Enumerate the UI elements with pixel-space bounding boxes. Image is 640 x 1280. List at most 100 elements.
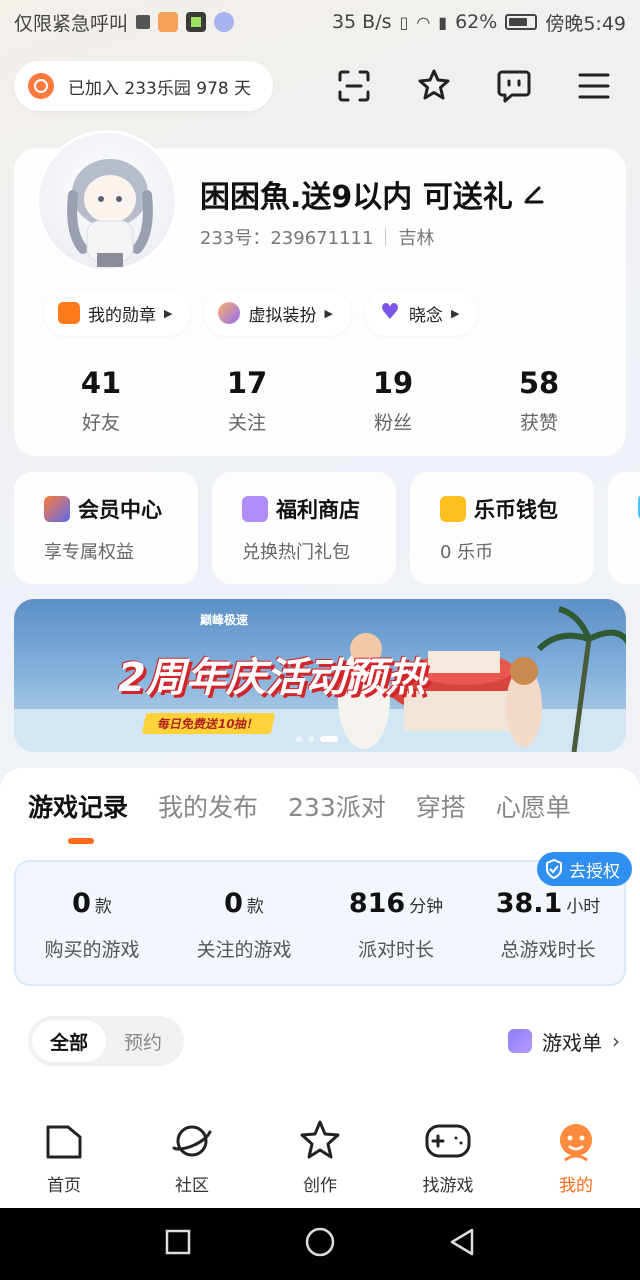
system-navigation-bar bbox=[0, 1208, 640, 1280]
tab-233-party[interactable]: 233派对 bbox=[288, 788, 386, 824]
stat-label: 粉丝 bbox=[373, 412, 412, 434]
stat-friends[interactable]: 41 好友 bbox=[41, 366, 161, 435]
caret-right-icon: ▶ bbox=[164, 306, 173, 320]
record-value: 816 bbox=[348, 888, 406, 919]
join-days-pill[interactable]: 已加入 233乐园 978 天 bbox=[14, 61, 274, 111]
nickname: 困困魚.送9以内 可送礼 bbox=[200, 172, 545, 216]
stat-value: 17 bbox=[226, 366, 268, 400]
wallet-icon bbox=[440, 496, 466, 522]
message-icon[interactable] bbox=[496, 68, 532, 104]
battery-icon bbox=[505, 14, 538, 30]
record-unit: 款 bbox=[94, 897, 112, 917]
edit-pencil-icon[interactable] bbox=[523, 177, 545, 212]
record-unit: 小时 bbox=[566, 897, 601, 917]
star-icon bbox=[296, 1117, 344, 1165]
profile-stats: 41 好友 17 关注 19 粉丝 58 获赞 bbox=[28, 366, 612, 435]
caret-right-icon: ▶ bbox=[450, 306, 460, 320]
banner-pagination bbox=[296, 736, 338, 742]
service-vip-center[interactable]: 会员中心 享专属权益 bbox=[14, 472, 198, 584]
location-text: 吉林 bbox=[398, 228, 435, 249]
filter-segment: 全部 预约 bbox=[28, 1016, 185, 1066]
tab-indicator bbox=[68, 838, 94, 844]
authorize-button[interactable]: 去授权 bbox=[537, 852, 632, 886]
sim-icon: ▮ bbox=[438, 12, 448, 32]
profile-face-icon bbox=[552, 1117, 600, 1165]
star-sparkle-icon[interactable] bbox=[416, 68, 452, 104]
planet-icon bbox=[168, 1117, 216, 1165]
status-bar: 仅限紧急呼叫 35 B/s ▯ ◠ ▮ 62% 傍晚5:49 bbox=[0, 0, 640, 44]
record-followed[interactable]: 0 款 关注的游戏 bbox=[169, 888, 319, 984]
stat-following[interactable]: 17 关注 bbox=[187, 366, 307, 435]
recent-apps-icon[interactable] bbox=[164, 1228, 192, 1260]
avatar[interactable] bbox=[36, 130, 178, 272]
profile-card: 困困魚.送9以内 可送礼 233号：239671111 吉林 我的勋章 ▶ 虚拟… bbox=[14, 130, 626, 456]
chevron-right-icon: › bbox=[612, 1029, 620, 1053]
gamelist-icon bbox=[508, 1029, 532, 1053]
record-label: 购买的游戏 bbox=[44, 939, 140, 961]
stat-likes[interactable]: 58 获赞 bbox=[479, 366, 599, 435]
divider bbox=[385, 228, 387, 246]
nav-create[interactable]: 创作 bbox=[265, 1117, 375, 1196]
chip-label: 虚拟装扮 bbox=[248, 305, 317, 326]
record-unit: 款 bbox=[246, 897, 264, 917]
network-speed: 35 B/s bbox=[331, 11, 392, 33]
service-title: 会员中心 bbox=[78, 498, 162, 522]
filter-reserved[interactable]: 预约 bbox=[106, 1020, 180, 1062]
banner-subline: 每日免费送10抽！ bbox=[141, 713, 275, 734]
service-subtitle: 兑换热门礼包 bbox=[242, 542, 350, 563]
promo-banner[interactable]: 巅峰极速 2周年庆活动预热 每日免费送10抽！ bbox=[14, 599, 626, 752]
shield-check-icon bbox=[546, 859, 562, 879]
uid-text: 233号：239671111 bbox=[200, 228, 374, 249]
service-welfare-shop[interactable]: 福利商店 兑换热门礼包 bbox=[212, 472, 396, 584]
top-row: 已加入 233乐园 978 天 bbox=[14, 60, 626, 112]
record-label: 总游戏时长 bbox=[500, 939, 596, 961]
back-triangle-icon[interactable] bbox=[448, 1227, 476, 1261]
medal-icon bbox=[58, 302, 80, 324]
vip-gem-icon bbox=[44, 496, 70, 522]
gamelist-label: 游戏单 bbox=[542, 1030, 602, 1055]
tab-outfits[interactable]: 穿搭 bbox=[416, 788, 466, 824]
filter-all[interactable]: 全部 bbox=[32, 1020, 107, 1062]
service-title: 乐币钱包 bbox=[474, 498, 558, 522]
services-row: 会员中心 享专属权益 福利商店 兑换热门礼包 乐币钱包 0 乐币 bbox=[14, 472, 640, 584]
chip-medals[interactable]: 我的勋章 ▶ bbox=[44, 290, 191, 336]
service-coin-wallet[interactable]: 乐币钱包 0 乐币 bbox=[410, 472, 594, 584]
cat-face-icon bbox=[218, 302, 241, 324]
nickname-text: 困困魚.送9以内 可送礼 bbox=[200, 180, 513, 215]
nav-home[interactable]: 首页 bbox=[9, 1117, 119, 1196]
service-more-partial[interactable] bbox=[608, 472, 640, 584]
nav-community[interactable]: 社区 bbox=[137, 1117, 247, 1196]
nav-find-games[interactable]: 找游戏 bbox=[393, 1117, 503, 1196]
join-days-text: 已加入 233乐园 978 天 bbox=[68, 78, 252, 99]
stat-label: 好友 bbox=[81, 412, 120, 434]
bottom-nav: 首页 社区 创作 找游戏 我的 bbox=[0, 1100, 640, 1208]
nav-label: 找游戏 bbox=[422, 1175, 474, 1196]
stat-fans[interactable]: 19 粉丝 bbox=[333, 366, 453, 435]
music-app-icon bbox=[214, 12, 235, 32]
uid-line: 233号：239671111 吉林 bbox=[200, 224, 434, 250]
tab-game-records[interactable]: 游戏记录 bbox=[28, 788, 128, 824]
tab-wishlist[interactable]: 心愿单 bbox=[496, 788, 571, 824]
nav-label: 我的 bbox=[559, 1175, 593, 1196]
video-app-icon bbox=[158, 12, 179, 32]
tab-my-posts[interactable]: 我的发布 bbox=[158, 788, 258, 824]
scan-icon[interactable] bbox=[336, 68, 372, 104]
home-circle-icon[interactable] bbox=[304, 1226, 336, 1262]
stat-value: 58 bbox=[518, 366, 560, 400]
clock-time: 傍晚5:49 bbox=[545, 12, 626, 35]
profile-chips: 我的勋章 ▶ 虚拟装扮 ▶ ♥ 晓念 ▶ bbox=[44, 290, 478, 336]
record-total-time[interactable]: 38.1 小时 总游戏时长 bbox=[473, 888, 623, 984]
nav-mine[interactable]: 我的 bbox=[521, 1117, 631, 1196]
vibrate-icon: ▯ bbox=[399, 12, 409, 32]
menu-icon[interactable] bbox=[576, 68, 612, 104]
stat-value: 19 bbox=[372, 366, 414, 400]
record-party-time[interactable]: 816 分钟 派对时长 bbox=[321, 888, 471, 984]
record-value: 0 bbox=[72, 888, 91, 919]
chip-xiaonian[interactable]: ♥ 晓念 ▶ bbox=[364, 290, 478, 336]
content-tabs: 游戏记录 我的发布 233派对 穿搭 心愿单 bbox=[28, 788, 571, 824]
service-subtitle: 0 乐币 bbox=[440, 542, 494, 563]
record-purchased[interactable]: 0 款 购买的游戏 bbox=[17, 888, 167, 984]
gamelist-link[interactable]: 游戏单 › bbox=[508, 1027, 620, 1056]
filter-row: 全部 预约 游戏单 › bbox=[28, 1016, 620, 1066]
chip-virtual-dressup[interactable]: 虚拟装扮 ▶ bbox=[204, 290, 351, 336]
